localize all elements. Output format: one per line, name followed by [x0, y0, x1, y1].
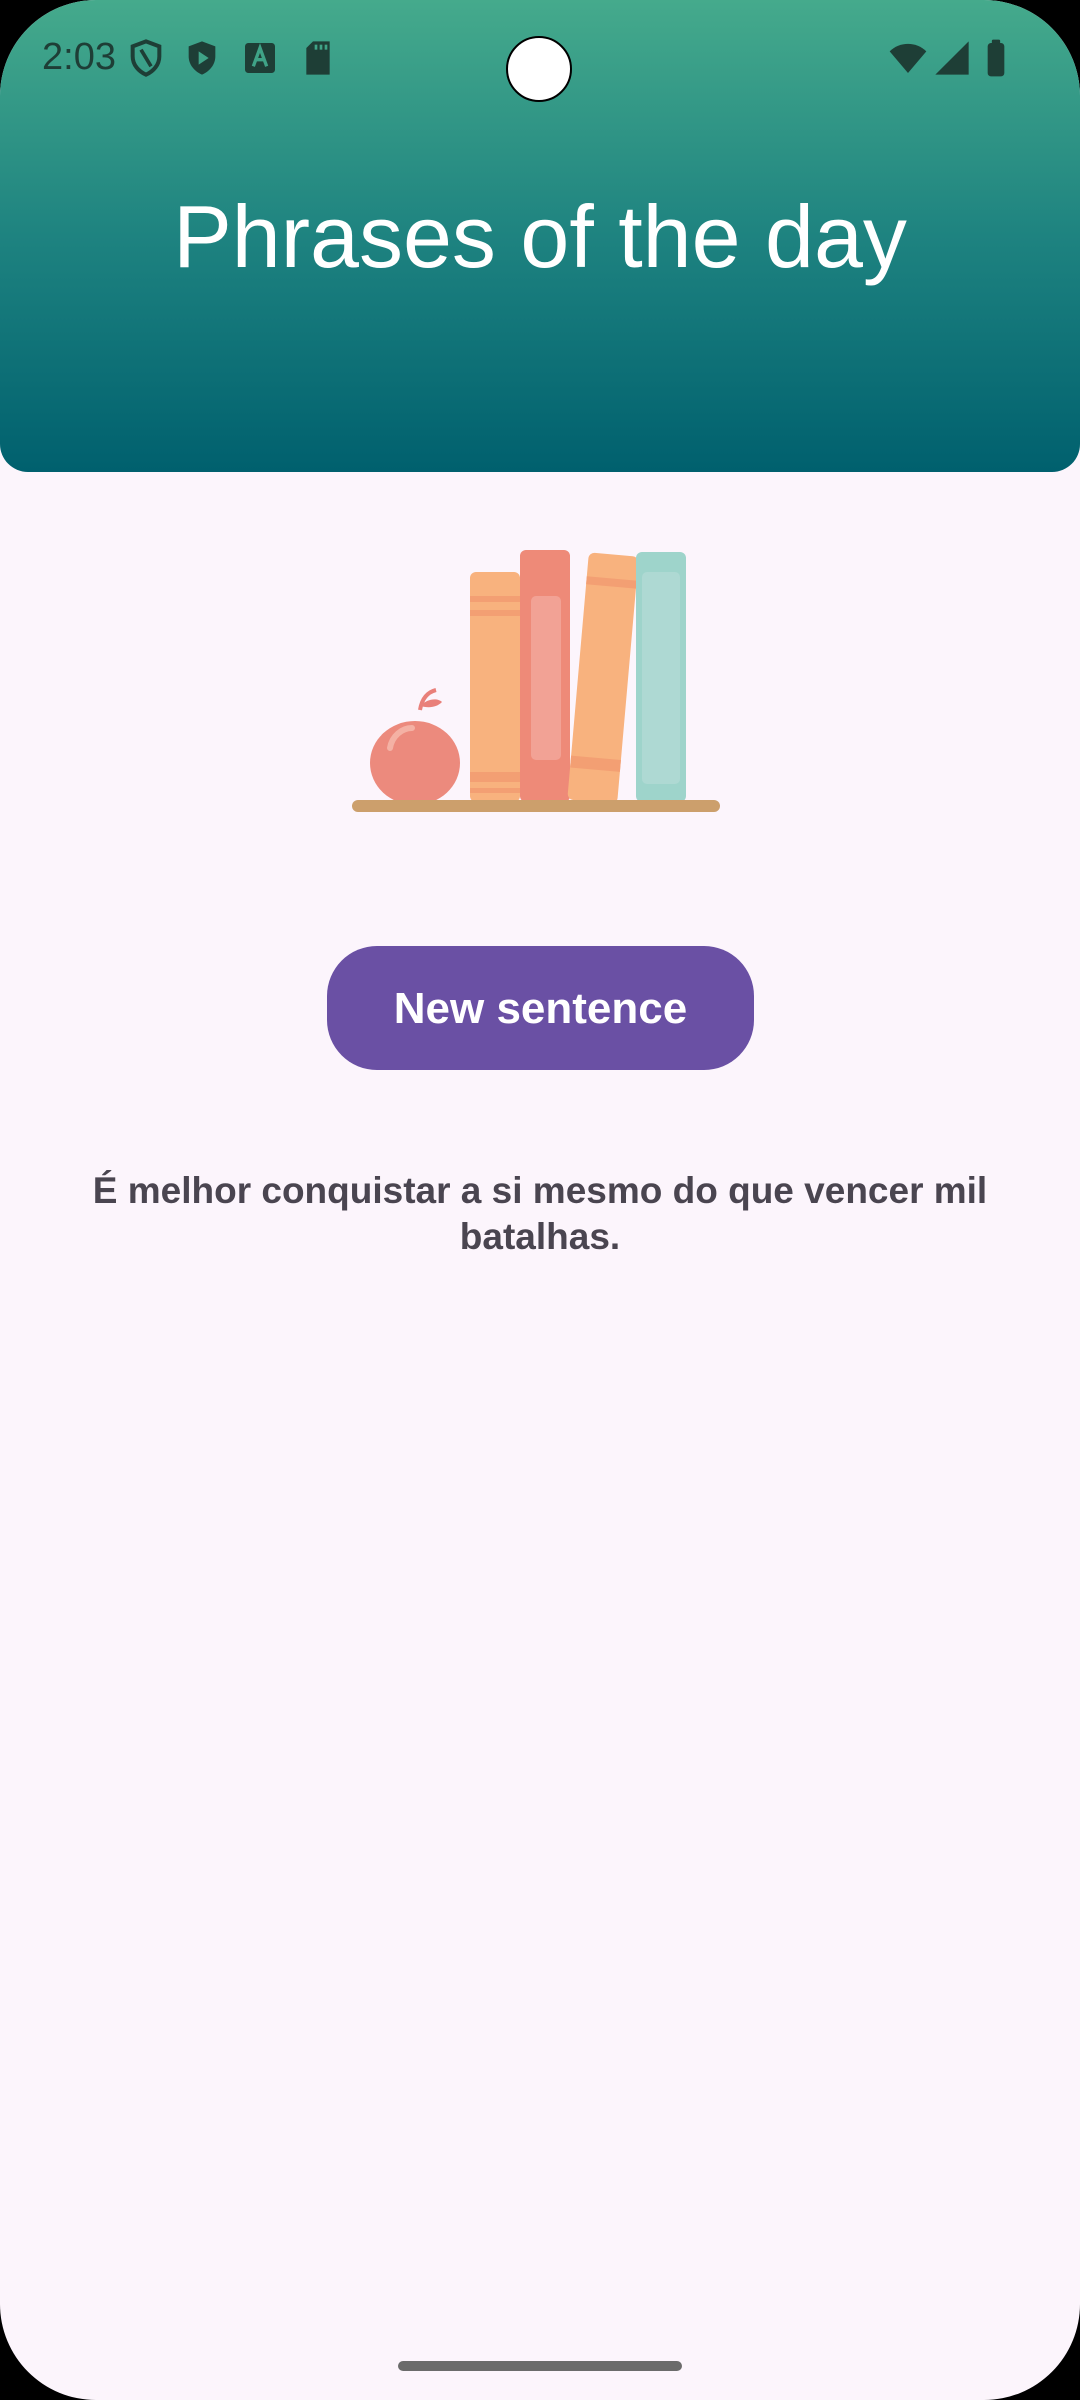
font-a-icon [245, 43, 275, 73]
status-time: 2:03 [42, 36, 116, 78]
camera-cutout [506, 36, 572, 102]
book-icon [520, 550, 570, 802]
sd-card-icon [306, 41, 330, 75]
new-sentence-button[interactable]: New sentence [327, 946, 754, 1070]
app-screen: 2:03 Phrases of the day New sentence É m… [0, 0, 1080, 2400]
header-banner: 2:03 Phrases of the day [0, 0, 1080, 472]
quote-text: É melhor conquistar a si mesmo do que ve… [92, 1170, 988, 1257]
home-indicator[interactable] [398, 2361, 682, 2371]
book-icon [470, 572, 520, 802]
page-title: Phrases of the day [173, 187, 907, 286]
apple-icon [370, 688, 460, 805]
battery-icon [987, 39, 1005, 77]
shelf-icon [352, 800, 720, 812]
wifi-icon [889, 43, 927, 73]
play-shield-icon [188, 41, 216, 75]
shield-icon [130, 39, 162, 77]
books-and-apple-illustration [352, 550, 720, 812]
book-icon [567, 552, 639, 804]
cell-signal-icon [935, 41, 969, 75]
book-icon [636, 552, 686, 802]
